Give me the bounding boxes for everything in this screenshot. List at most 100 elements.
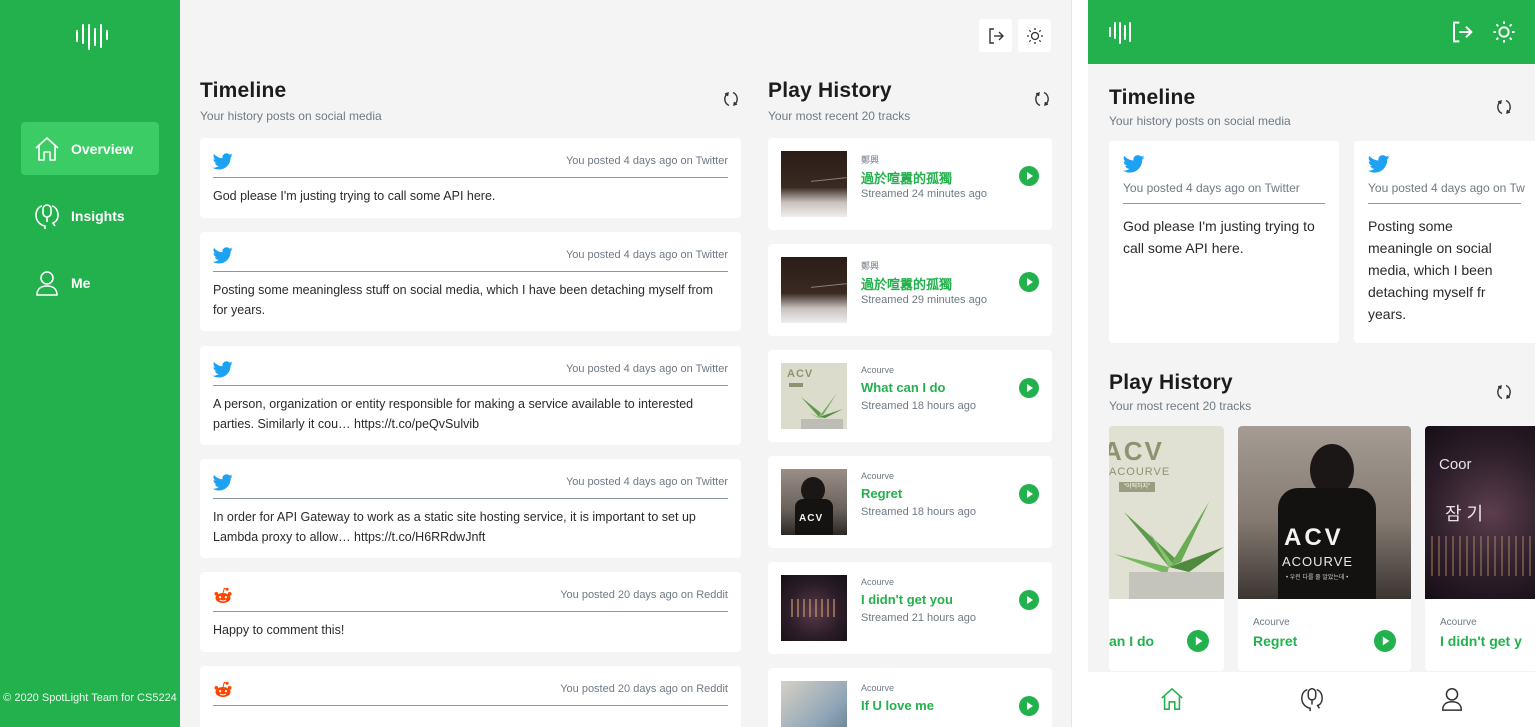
album-art: ACV ACOURVE "어떡하지" (1109, 426, 1224, 599)
post-meta: You posted 4 days ago on Twitter (565, 249, 728, 261)
timeline-post[interactable]: You posted 20 days ago on Reddit Happy t… (200, 572, 741, 652)
twitter-icon (213, 361, 233, 378)
timeline-title: Timeline (200, 79, 287, 102)
play-icon[interactable] (1019, 484, 1039, 504)
play-icon[interactable] (1187, 630, 1209, 652)
timeline-post[interactable]: You posted 4 days ago on Twitter A perso… (200, 346, 741, 445)
spotlight-logo-icon[interactable] (1108, 20, 1134, 44)
play-icon[interactable] (1019, 696, 1039, 716)
album-art-text: ACV (1284, 524, 1344, 551)
album-card[interactable]: Coor 잠 기 Acourve I didn't get y (1425, 426, 1535, 671)
timeline-post[interactable]: You posted 4 days ago on Twitter Posting… (200, 232, 741, 331)
reddit-icon (214, 681, 232, 697)
album-track[interactable]: Regret (1253, 633, 1297, 649)
album-art (781, 151, 847, 217)
sidebar-item-insights[interactable]: Insights (21, 189, 159, 242)
post-text: God please I'm justing trying to call so… (213, 189, 496, 203)
track-title[interactable]: 過於喧囂的孤獨 (861, 274, 952, 293)
track-time: Streamed 18 hours ago (861, 400, 976, 412)
succulent-plant-icon (801, 393, 843, 429)
sun-icon (1026, 27, 1043, 44)
timeline-post[interactable]: You posted 4 days ago on Twitter In orde… (200, 459, 741, 558)
user-icon[interactable] (1439, 686, 1465, 712)
track-title[interactable]: If U love me (861, 698, 934, 713)
post-text: Posting some meaningless stuff on social… (213, 283, 714, 317)
twitter-icon (1367, 155, 1390, 173)
mobile-timeline-post[interactable]: You posted 4 days ago on Twitter God ple… (1109, 141, 1339, 343)
timeline-post[interactable]: You posted 4 days ago on Twitter God ple… (200, 138, 741, 218)
album-art: ACV (781, 363, 847, 429)
sidebar-item-me[interactable]: Me (21, 256, 159, 309)
mobile-timeline-title: Timeline (1109, 86, 1196, 109)
album-art (781, 575, 847, 641)
play-icon[interactable] (1019, 272, 1039, 292)
mobile-header (1088, 0, 1535, 64)
post-meta: You posted 4 days ago on Twitter (565, 476, 728, 488)
track-card[interactable]: Acourve I didn't get you Streamed 21 hou… (768, 562, 1052, 654)
track-time: Streamed 18 hours ago (861, 506, 976, 518)
track-card[interactable]: Acourve If U love me (768, 668, 1052, 727)
track-artist: 鄭興 (861, 155, 880, 165)
album-art-subtext: ACOURVE (1282, 554, 1354, 569)
track-card[interactable]: 鄭興 過於喧囂的孤獨 Streamed 24 minutes ago (768, 138, 1052, 230)
mobile-play-history-title: Play History (1109, 371, 1233, 394)
sidebar-item-label: Insights (71, 207, 125, 224)
spotlight-logo-icon[interactable] (74, 22, 108, 50)
track-card[interactable]: 鄭興 過於喧囂的孤獨 Streamed 29 minutes ago (768, 244, 1052, 336)
timeline-refresh-icon[interactable] (1495, 98, 1513, 116)
album-track[interactable]: an I do (1109, 633, 1154, 649)
album-card[interactable]: ACV ACOURVE • 우린 다를 줄 알았는데 • Acourve Reg… (1238, 426, 1411, 671)
track-title[interactable]: What can I do (861, 380, 946, 395)
timeline-post[interactable]: You posted 20 days ago on Reddit (200, 666, 741, 727)
post-meta: You posted 20 days ago on Reddit (560, 589, 728, 601)
album-art-text: ACV (799, 513, 824, 524)
track-time: Streamed 21 hours ago (861, 612, 976, 624)
twitter-icon (213, 247, 233, 264)
post-text: Posting some meaningle on social media, … (1368, 218, 1493, 322)
insights-icon[interactable] (1299, 686, 1325, 712)
play-history-refresh-icon[interactable] (1495, 383, 1513, 401)
album-artist: Acourve (1253, 617, 1290, 628)
album-track[interactable]: I didn't get y (1440, 633, 1522, 649)
album-art-text: ACV (1109, 436, 1164, 466)
sun-icon[interactable] (1492, 20, 1516, 44)
sidebar-item-overview[interactable]: Overview (21, 122, 159, 175)
copyright-text: © 2020 SpotLight Team for CS5224 (3, 692, 177, 704)
logout-icon[interactable] (1450, 20, 1474, 44)
mobile-play-history-subtitle: Your most recent 20 tracks (1109, 399, 1252, 413)
album-korean-text: 잠 기 (1445, 504, 1484, 524)
post-text: Happy to comment this! (213, 623, 345, 637)
play-icon[interactable] (1019, 166, 1039, 186)
desktop-view: Overview Insights Me © 2020 SpotLight Te… (0, 0, 1072, 727)
mobile-timeline-post[interactable]: You posted 4 days ago on Tw Posting some… (1354, 141, 1535, 343)
play-icon[interactable] (1019, 378, 1039, 398)
album-art-text: Coor (1439, 456, 1472, 473)
track-card[interactable]: ACV Acourve Regret Streamed 18 hours ago (768, 456, 1052, 548)
play-history-refresh-icon[interactable] (1033, 90, 1051, 108)
track-artist: Acourve (861, 471, 895, 481)
album-art (781, 257, 847, 323)
theme-toggle-button[interactable] (1018, 19, 1051, 52)
sidebar-item-label: Me (71, 274, 91, 291)
home-icon (35, 136, 59, 161)
track-title[interactable]: 過於喧囂的孤獨 (861, 168, 952, 187)
home-icon[interactable] (1159, 686, 1185, 712)
timeline-refresh-icon[interactable] (722, 90, 740, 108)
timeline-subtitle: Your history posts on social media (200, 109, 382, 123)
logout-icon (988, 27, 1004, 44)
play-history-title: Play History (768, 79, 892, 102)
mobile-bottom-nav (1088, 672, 1535, 727)
play-icon[interactable] (1374, 630, 1396, 652)
track-card[interactable]: ACV Acourve What can I do Streamed 18 ho… (768, 350, 1052, 442)
track-artist: Acourve (861, 365, 895, 375)
play-icon[interactable] (1019, 590, 1039, 610)
mobile-timeline-subtitle: Your history posts on social media (1109, 114, 1291, 128)
track-title[interactable]: Regret (861, 486, 902, 501)
logout-button[interactable] (979, 19, 1012, 52)
track-title[interactable]: I didn't get you (861, 592, 953, 607)
post-meta: You posted 4 days ago on Twitter (565, 363, 728, 375)
album-card[interactable]: ACV ACOURVE "어떡하지" an I do (1109, 426, 1224, 671)
twitter-icon (1122, 155, 1145, 173)
post-meta: You posted 4 days ago on Twitter (565, 155, 728, 167)
twitter-icon (213, 153, 233, 170)
